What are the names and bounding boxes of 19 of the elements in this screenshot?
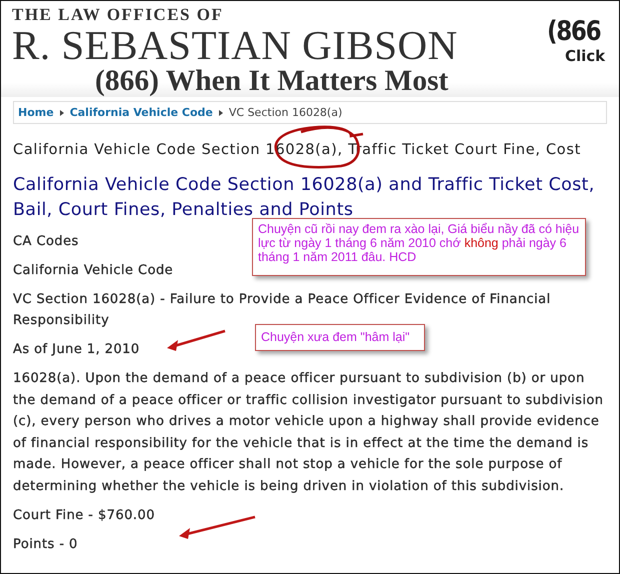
- callout-note: Chuyện cũ rồi nay đem ra xào lại, Giá biểu nầy đã có hiệu lực từ ngày 1 tháng 6 năm 2010 chớ không phải ngày 6 tháng 1 năm 2011 đâu. HCD: [252, 218, 586, 276]
- arrow: [167, 330, 226, 351]
- breadcrumb-current: VC Section 16028(a): [228, 106, 342, 119]
- text-paragraph: California Vehicle Code: [13, 262, 174, 280]
- breadcrumb-link[interactable]: Home: [18, 106, 54, 119]
- text-paragraph: Points - 0: [13, 536, 78, 554]
- chevron-icon: [218, 110, 223, 116]
- firm-name: R. SEBASTIAN GIBSON: [12, 25, 458, 65]
- callout-note: Chuyện xưa đem "hâm lại": [255, 324, 425, 351]
- text-paragraph: CA Codes: [13, 232, 79, 250]
- phone-number: (866: [547, 17, 600, 47]
- firm-overline: THE LAW OFFICES OF: [12, 5, 224, 25]
- text-paragraph: Court Fine - $760.00: [13, 506, 155, 524]
- click-link[interactable]: Click: [547, 47, 606, 65]
- breadcrumb-link[interactable]: California Vehicle Code: [70, 106, 213, 119]
- tagline: (866) When It Matters Most: [94, 65, 450, 97]
- text-paragraph: As of June 1, 2010: [13, 341, 140, 359]
- text-paragraph: 16028(a). Upon the demand of a peace officer pursuant to subdivision (b) or upon the demand of a peace officer or traffic collision investigator pursuant to subdivision (c), every person who drives a motor vehicle upon a highway shall provide evidence of financial responsibility for the vehicle that is in effect at the time the demand is made. However, a peace officer shall not stop a vehicle for the sole purpose of determining whether the vehicle is being driven in violation of this subdivision.: [13, 370, 604, 496]
- chevron-icon: [60, 110, 64, 116]
